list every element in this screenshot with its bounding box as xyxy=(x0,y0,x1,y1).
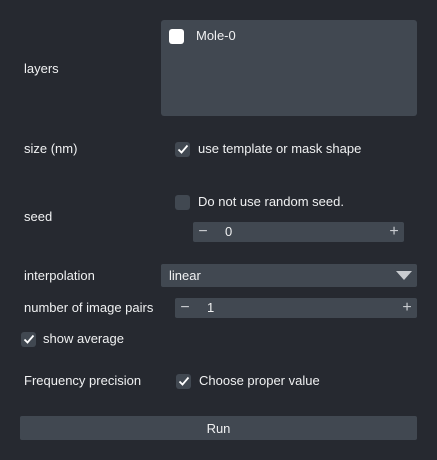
choose-proper-value-checkbox[interactable] xyxy=(176,373,191,389)
layer-mole-0-checkbox[interactable] xyxy=(169,28,184,44)
show-average-label: show average xyxy=(43,331,124,346)
seed-label: seed xyxy=(24,209,53,224)
no-random-seed-checkbox[interactable] xyxy=(175,194,190,210)
image-pairs-increment-button[interactable]: + xyxy=(397,298,417,318)
layers-label: layers xyxy=(24,61,59,76)
image-pairs-label: number of image pairs xyxy=(24,300,154,315)
show-average-option[interactable]: show average xyxy=(21,329,124,349)
interpolation-select[interactable]: linear xyxy=(161,264,417,287)
layer-item-mole-0[interactable]: Mole-0 xyxy=(169,24,236,48)
seed-spinbox[interactable]: − 0 + xyxy=(193,222,404,242)
checkmark-icon xyxy=(177,144,188,154)
checkmark-icon xyxy=(178,376,189,386)
chevron-down-icon xyxy=(396,271,412,280)
run-button[interactable]: Run xyxy=(20,416,417,440)
image-pairs-decrement-button[interactable]: − xyxy=(175,298,195,318)
checkmark-icon xyxy=(23,334,34,344)
use-template-shape-label: use template or mask shape xyxy=(198,141,362,156)
seed-value[interactable]: 0 xyxy=(225,224,232,240)
no-random-seed-option[interactable]: Do not use random seed. xyxy=(175,192,344,212)
frequency-precision-label: Frequency precision xyxy=(24,373,142,388)
show-average-checkbox[interactable] xyxy=(21,331,36,347)
layers-list[interactable]: Mole-0 xyxy=(161,20,417,116)
interpolation-selected-value: linear xyxy=(169,268,201,283)
choose-proper-value-label: Choose proper value xyxy=(199,373,320,388)
interpolation-label: interpolation xyxy=(24,268,95,283)
seed-decrement-button[interactable]: − xyxy=(193,222,213,242)
use-template-shape-checkbox[interactable] xyxy=(175,141,190,157)
choose-proper-value-option[interactable]: Choose proper value xyxy=(176,371,320,391)
size-label: size (nm) xyxy=(24,141,78,156)
seed-increment-button[interactable]: + xyxy=(384,222,404,242)
use-template-shape-option[interactable]: use template or mask shape xyxy=(175,139,361,159)
image-pairs-spinbox[interactable]: − 1 + xyxy=(175,298,417,318)
layer-item-label: Mole-0 xyxy=(196,28,236,43)
image-pairs-value[interactable]: 1 xyxy=(207,300,214,316)
no-random-seed-label: Do not use random seed. xyxy=(198,194,344,209)
